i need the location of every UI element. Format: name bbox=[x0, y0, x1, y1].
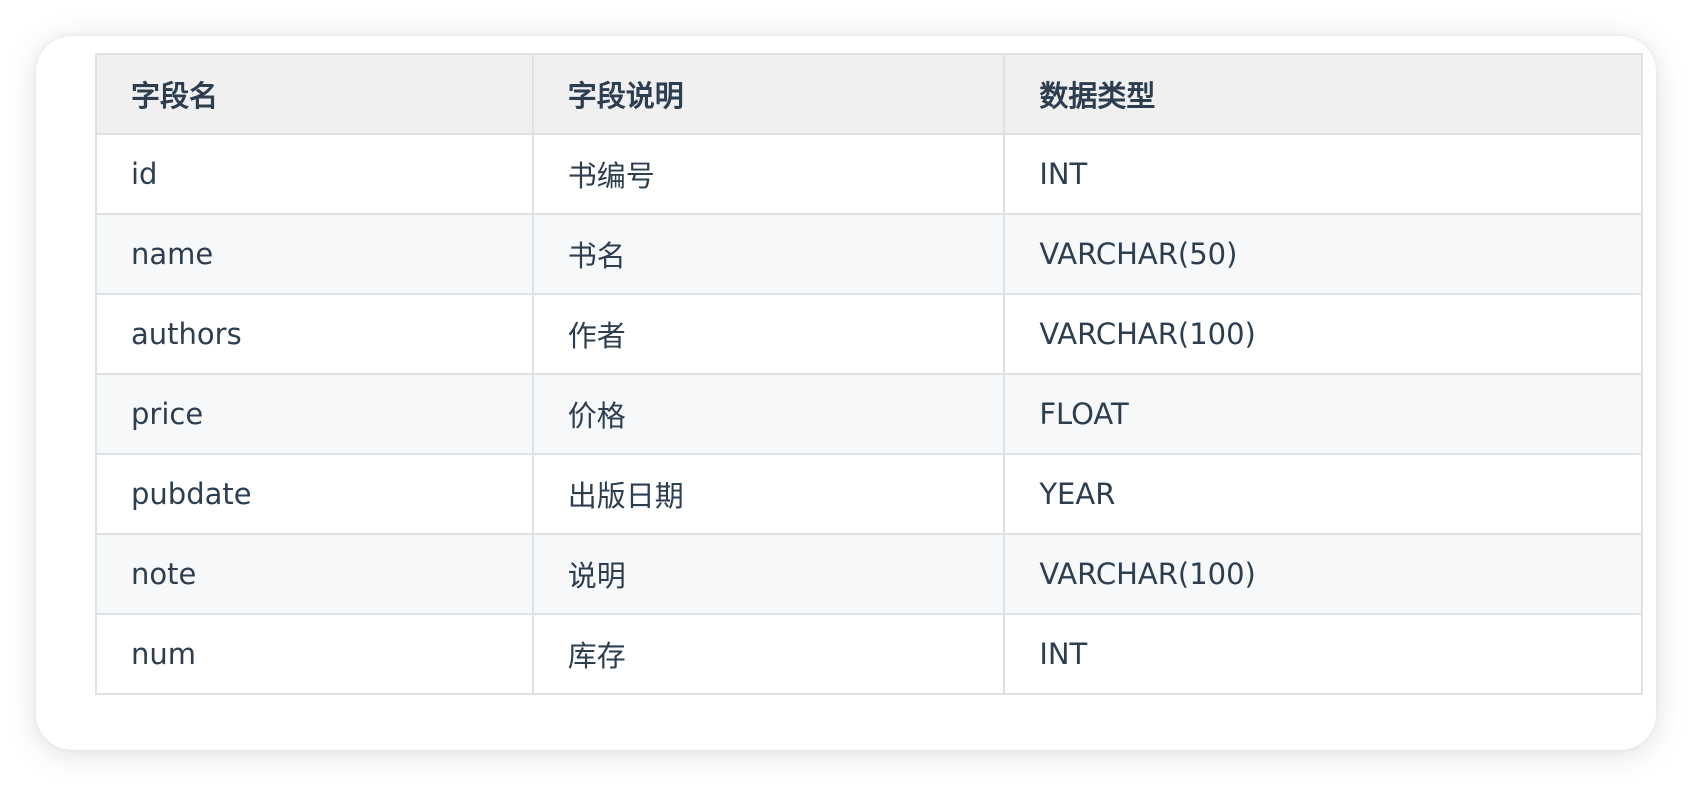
cell-field-description: 说明 bbox=[531, 533, 1006, 615]
cell-field-description: 价格 bbox=[531, 373, 1006, 455]
cell-field-description: 书名 bbox=[531, 213, 1006, 295]
cell-field-name: pubdate bbox=[95, 453, 534, 535]
table-row: authors 作者 VARCHAR(100) bbox=[95, 293, 1643, 375]
cell-field-description: 书编号 bbox=[531, 133, 1006, 215]
cell-field-name: id bbox=[95, 133, 534, 215]
cell-field-name: authors bbox=[95, 293, 534, 375]
table-row: name 书名 VARCHAR(50) bbox=[95, 213, 1643, 295]
table-row: price 价格 FLOAT bbox=[95, 373, 1643, 455]
cell-field-name: price bbox=[95, 373, 534, 455]
table-card: 字段名 字段说明 数据类型 id 书编号 INT name 书名 VARCHAR… bbox=[36, 36, 1656, 750]
cell-field-name: name bbox=[95, 213, 534, 295]
cell-data-type: INT bbox=[1003, 133, 1643, 215]
cell-data-type: VARCHAR(100) bbox=[1003, 293, 1643, 375]
table-row: pubdate 出版日期 YEAR bbox=[95, 453, 1643, 535]
header-data-type: 数据类型 bbox=[1003, 53, 1643, 135]
cell-field-name: note bbox=[95, 533, 534, 615]
cell-field-description: 库存 bbox=[531, 613, 1006, 695]
header-field-name: 字段名 bbox=[95, 53, 534, 135]
field-schema-table: 字段名 字段说明 数据类型 id 书编号 INT name 书名 VARCHAR… bbox=[95, 53, 1643, 695]
table-row: note 说明 VARCHAR(100) bbox=[95, 533, 1643, 615]
cell-data-type: FLOAT bbox=[1003, 373, 1643, 455]
cell-data-type: VARCHAR(100) bbox=[1003, 533, 1643, 615]
header-field-description: 字段说明 bbox=[531, 53, 1006, 135]
cell-data-type: YEAR bbox=[1003, 453, 1643, 535]
cell-field-description: 作者 bbox=[531, 293, 1006, 375]
table-row: num 库存 INT bbox=[95, 613, 1643, 695]
table-row: id 书编号 INT bbox=[95, 133, 1643, 215]
cell-data-type: INT bbox=[1003, 613, 1643, 695]
cell-field-name: num bbox=[95, 613, 534, 695]
table-header-row: 字段名 字段说明 数据类型 bbox=[95, 53, 1643, 135]
cell-data-type: VARCHAR(50) bbox=[1003, 213, 1643, 295]
cell-field-description: 出版日期 bbox=[531, 453, 1006, 535]
